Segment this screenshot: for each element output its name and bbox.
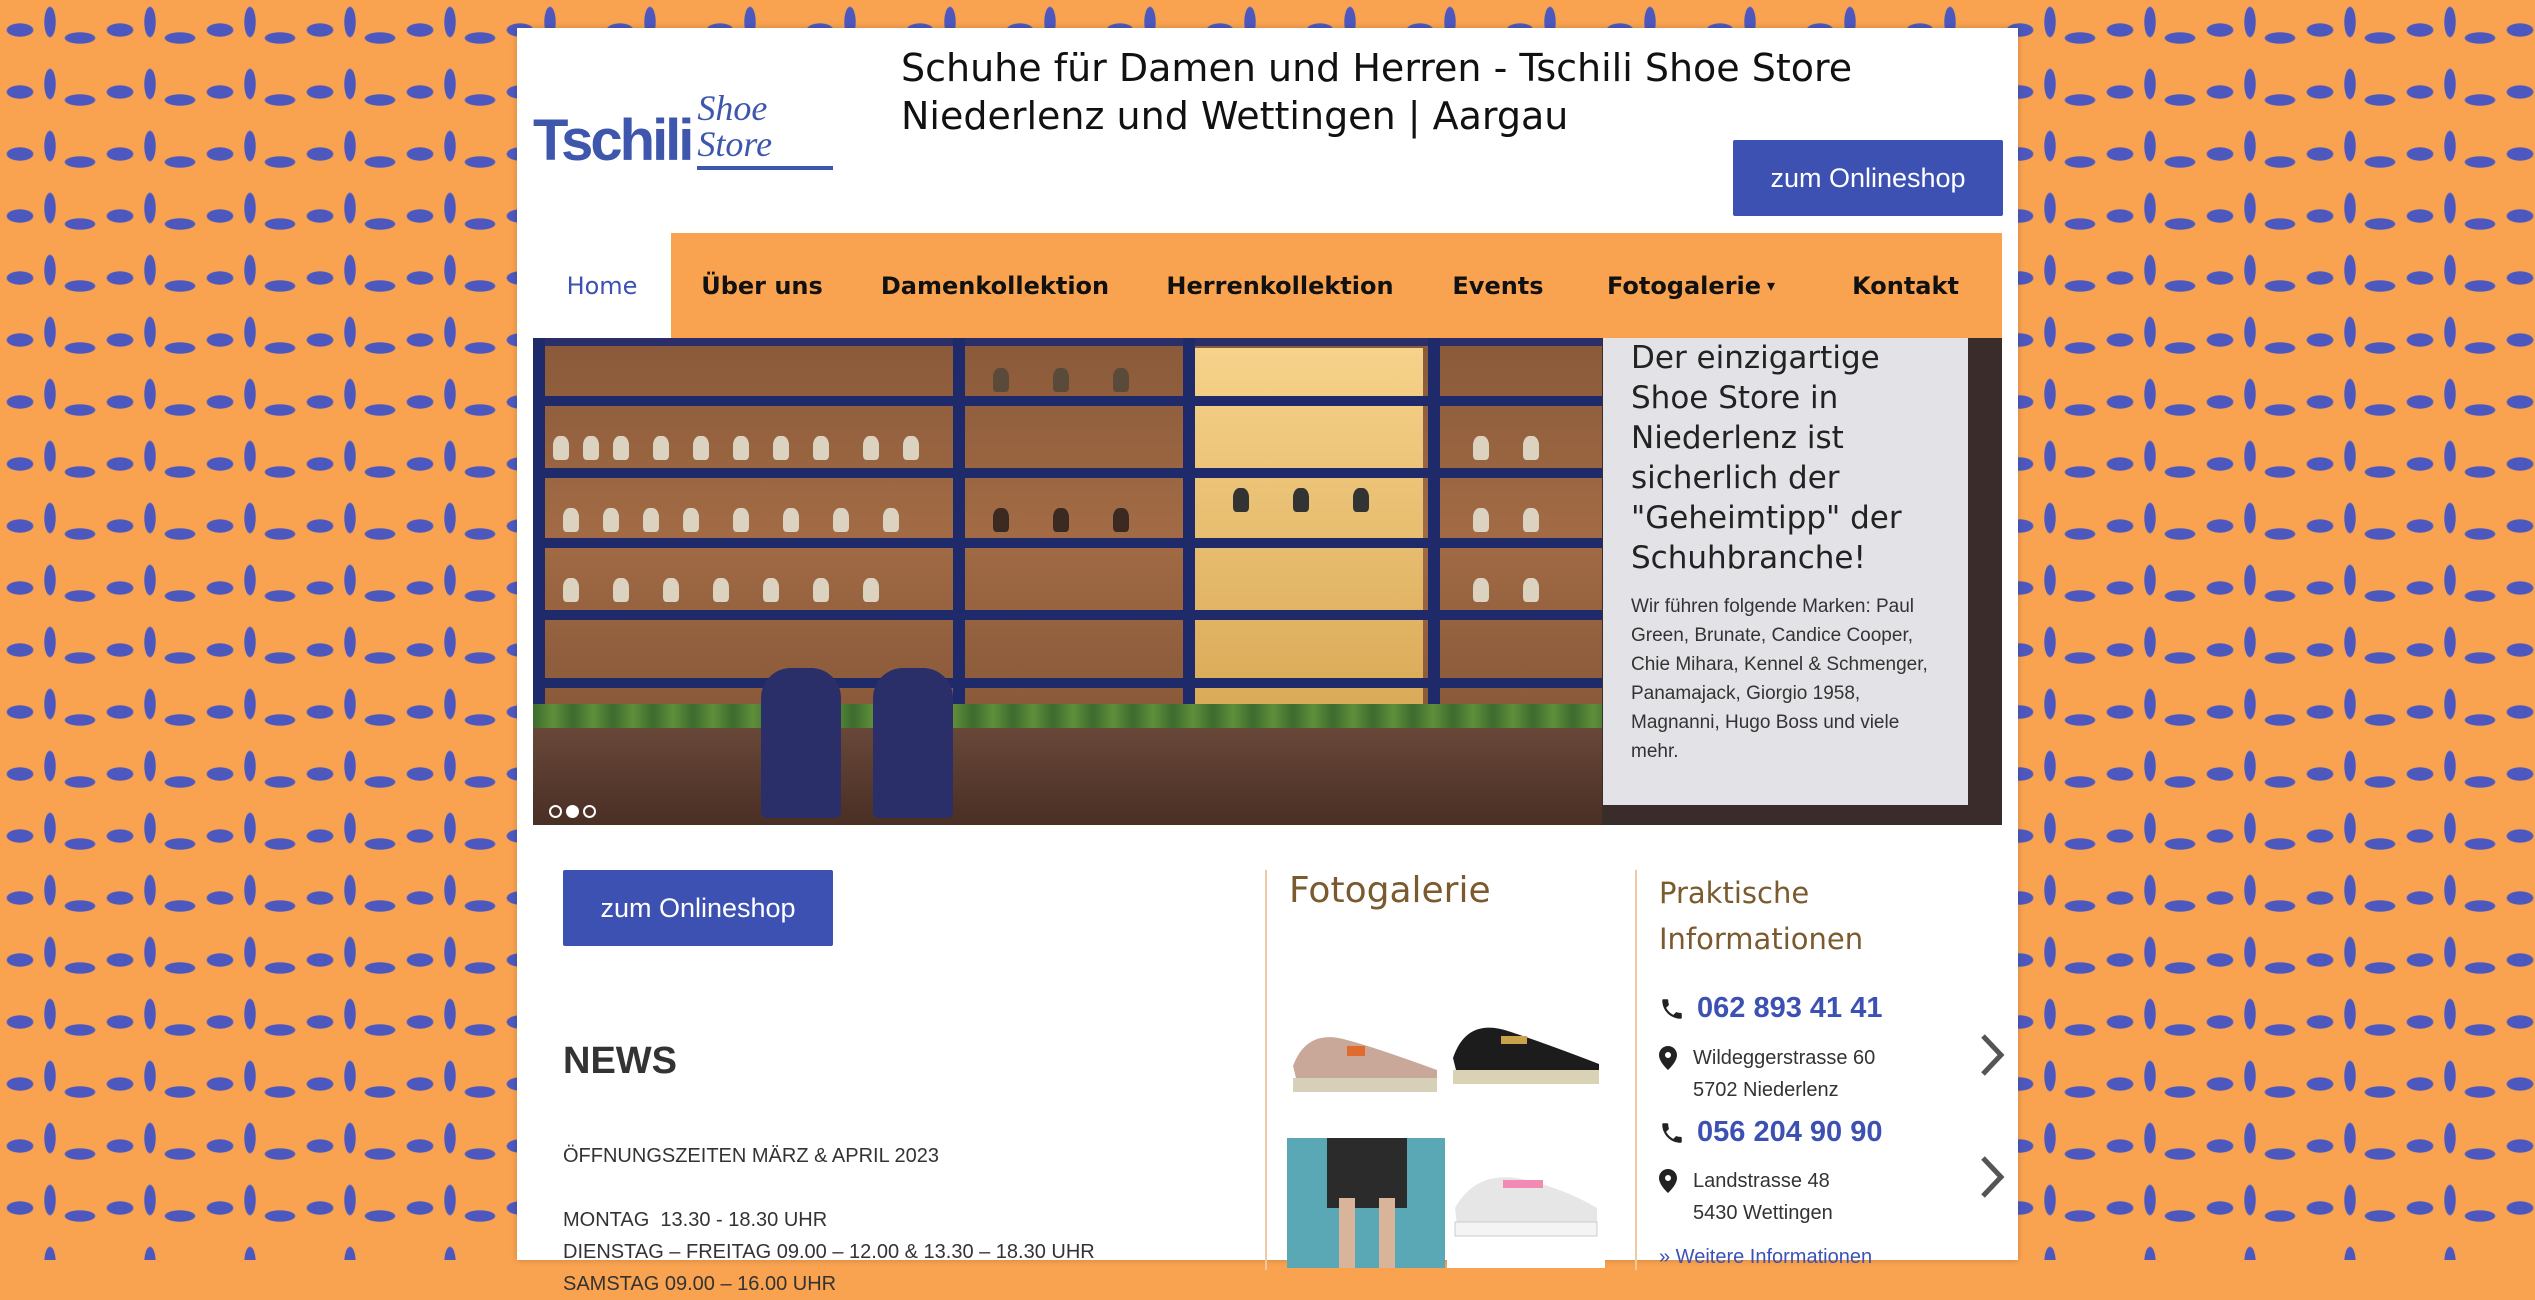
- hero-slider[interactable]: Der einzigartige Shoe Store in Niederlen…: [533, 338, 2002, 825]
- nav-item-home[interactable]: Home: [533, 233, 671, 338]
- nav-item-ueber-uns[interactable]: Über uns: [671, 233, 853, 338]
- gallery-thumbnail[interactable]: [1447, 1138, 1605, 1268]
- phone-link-wettingen[interactable]: 056 204 90 90: [1659, 1116, 1882, 1149]
- slider-dot-active[interactable]: [566, 805, 579, 818]
- nav-item-fotogalerie[interactable]: Fotogalerie ▾: [1573, 233, 1809, 338]
- address-city: 5702 Niederlenz: [1693, 1079, 1839, 1101]
- news-line: SAMSTAG 09.00 – 16.00 UHR: [563, 1273, 837, 1295]
- nav-item-events[interactable]: Events: [1423, 233, 1573, 338]
- nav-item-label: Herrenkollektion: [1166, 271, 1394, 300]
- address-street: Wildeggerstrasse 60: [1693, 1047, 1876, 1069]
- news-line: DIENSTAG – FREITAG 09.00 – 12.00 & 13.30…: [563, 1241, 1095, 1263]
- header-onlineshop-button[interactable]: zum Onlineshop: [1733, 140, 2003, 216]
- map-pin-icon: [1659, 1169, 1677, 1193]
- nav-item-label: Damenkollektion: [880, 271, 1110, 300]
- gallery-thumbnail[interactable]: [1447, 978, 1605, 1108]
- page-title: Schuhe für Damen und Herren - Tschili Sh…: [901, 46, 1853, 138]
- hero-body-text: Wir führen folgende Marken: Paul Green, …: [1631, 596, 1928, 762]
- nav-item-label: Über uns: [701, 271, 823, 300]
- column-divider: [1635, 870, 1637, 1270]
- hero-heading: Der einzigartige Shoe Store in Niederlen…: [1631, 340, 1902, 576]
- phone-link-niederlenz[interactable]: 062 893 41 41: [1659, 992, 1882, 1025]
- nav-item-herrenkollektion[interactable]: Herrenkollektion: [1137, 233, 1423, 338]
- map-pin-icon: [1659, 1046, 1677, 1070]
- address-niederlenz: Wildeggerstrasse 60 5702 Niederlenz: [1659, 1042, 1875, 1106]
- chevron-right-icon[interactable]: [1977, 1154, 2007, 1200]
- gallery-heading: Fotogalerie: [1289, 870, 1491, 911]
- nav-item-damenkollektion[interactable]: Damenkollektion: [853, 233, 1137, 338]
- gallery-thumbnail[interactable]: [1287, 978, 1445, 1108]
- site-logo[interactable]: Tschili Shoe Store: [533, 90, 833, 173]
- news-content: ÖFFNUNGSZEITEN MÄRZ & APRIL 2023 MONTAG …: [563, 1140, 1263, 1300]
- slider-dot[interactable]: [583, 805, 596, 818]
- info-heading: Praktische Informationen: [1659, 876, 1864, 956]
- address-wettingen: Landstrasse 48 5430 Wettingen: [1659, 1165, 1833, 1229]
- main-onlineshop-button[interactable]: zum Onlineshop: [563, 870, 833, 946]
- news-line: [563, 1172, 1263, 1204]
- logo-main-text: Tschili: [533, 108, 694, 173]
- nav-item-label: Home: [566, 271, 638, 300]
- phone-icon: [1662, 998, 1682, 1019]
- hero-image: [533, 338, 1602, 825]
- chevron-down-icon: ▾: [1767, 276, 1776, 295]
- logo-sub-text: Shoe Store: [697, 90, 833, 170]
- nav-item-label: Events: [1452, 271, 1544, 300]
- main-navigation: Home Über uns Damenkollektion Herrenkoll…: [533, 233, 2002, 338]
- phone-icon: [1662, 1122, 1682, 1143]
- nav-item-label: Fotogalerie: [1606, 271, 1762, 300]
- news-heading: NEWS: [563, 1040, 677, 1082]
- nav-item-label: Kontakt: [1852, 271, 1959, 300]
- column-divider: [1265, 870, 1267, 1270]
- gallery-thumbnail[interactable]: [1287, 1138, 1445, 1268]
- news-line: ÖFFNUNGSZEITEN MÄRZ & APRIL 2023: [563, 1145, 940, 1167]
- slider-pagination: [549, 805, 596, 818]
- slider-dot[interactable]: [549, 805, 562, 818]
- address-city: 5430 Wettingen: [1693, 1202, 1833, 1224]
- more-info-link[interactable]: » Weitere Informationen: [1659, 1246, 1872, 1269]
- phone-number: 056 204 90 90: [1697, 1116, 1883, 1148]
- chevron-right-icon[interactable]: [1977, 1032, 2007, 1078]
- hero-caption: Der einzigartige Shoe Store in Niederlen…: [1603, 338, 1968, 805]
- nav-item-kontakt[interactable]: Kontakt: [1809, 233, 2002, 338]
- news-line: MONTAG 13.30 - 18.30 UHR: [563, 1209, 828, 1231]
- address-street: Landstrasse 48: [1693, 1170, 1830, 1192]
- page-container: Tschili Shoe Store Schuhe für Damen und …: [517, 28, 2018, 1295]
- phone-number: 062 893 41 41: [1697, 992, 1883, 1024]
